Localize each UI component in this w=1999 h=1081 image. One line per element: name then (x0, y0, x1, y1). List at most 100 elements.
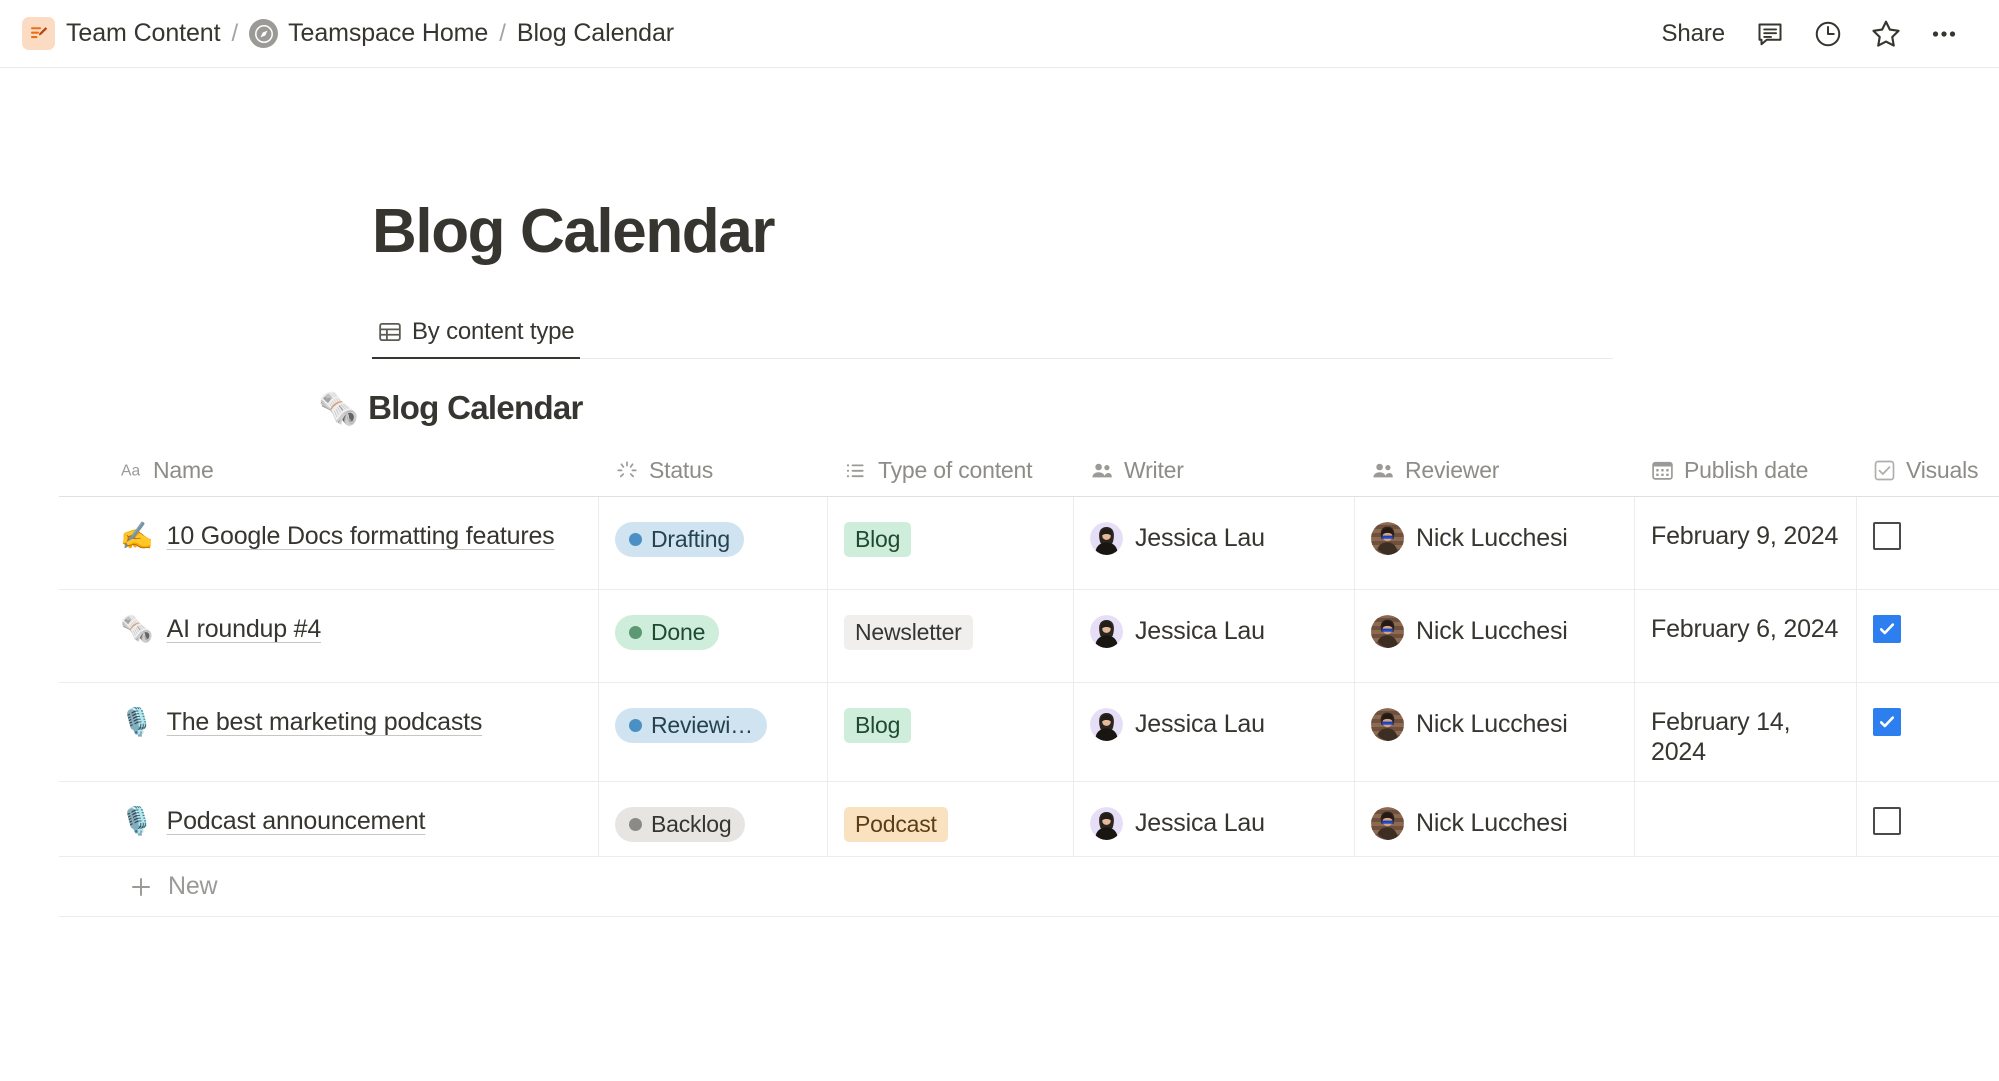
person-chip[interactable]: Nick Lucchesi (1371, 708, 1568, 742)
row-emoji: 🎙️ (120, 806, 154, 837)
cell-writer[interactable]: Jessica Lau (1074, 497, 1355, 590)
more-options-icon[interactable] (1919, 12, 1969, 56)
visuals-checkbox[interactable] (1873, 522, 1901, 551)
page-title[interactable]: Blog Calendar (372, 197, 1999, 266)
cell-type-of-content[interactable]: Blog (828, 497, 1074, 590)
cell-publish-date[interactable] (1635, 782, 1857, 857)
breadcrumb-workspace-label[interactable]: Team Content (66, 19, 221, 48)
person-chip[interactable]: Jessica Lau (1090, 807, 1265, 841)
status-badge[interactable]: Reviewi… (615, 708, 767, 744)
cell-type-of-content[interactable]: Newsletter (828, 590, 1074, 683)
star-icon[interactable] (1861, 12, 1911, 56)
row-emoji: 🎙️ (120, 707, 154, 738)
person-chip[interactable]: Nick Lucchesi (1371, 807, 1568, 841)
cell-writer[interactable]: Jessica Lau (1074, 782, 1355, 857)
row-title-link[interactable]: 10 Google Docs formatting features (167, 522, 555, 551)
cell-writer[interactable]: Jessica Lau (1074, 683, 1355, 782)
breadcrumb-separator-1: / (231, 19, 239, 47)
person-chip[interactable]: Jessica Lau (1090, 522, 1265, 556)
visuals-checkbox[interactable] (1873, 708, 1901, 737)
writer-name: Jessica Lau (1135, 524, 1265, 553)
table-row[interactable]: 🗞️ AI roundup #4 Done Newsletter Jessica… (59, 590, 1999, 684)
row-emoji: ✍️ (120, 521, 154, 552)
page-content: Blog Calendar By content type 🗞️ Blog Ca… (0, 68, 1999, 918)
column-header-writer[interactable]: Writer (1074, 445, 1355, 496)
cell-writer[interactable]: Jessica Lau (1074, 590, 1355, 683)
column-header-visuals[interactable]: Visuals (1857, 445, 1999, 496)
avatar (1090, 522, 1123, 556)
row-title-link[interactable]: The best marketing podcasts (167, 708, 483, 737)
breadcrumb-page-label[interactable]: Blog Calendar (517, 19, 674, 48)
status-property-icon (615, 459, 639, 483)
cell-type-of-content[interactable]: Blog (828, 683, 1074, 782)
status-badge[interactable]: Done (615, 615, 720, 651)
type-label: Newsletter (855, 619, 962, 646)
tab-by-content-type[interactable]: By content type (372, 318, 581, 360)
person-chip[interactable]: Nick Lucchesi (1371, 522, 1568, 556)
column-header-reviewer[interactable]: Reviewer (1355, 445, 1635, 496)
status-badge[interactable]: Backlog (615, 807, 746, 843)
cell-visuals[interactable] (1857, 683, 1999, 781)
select-property-icon (844, 459, 868, 483)
cell-visuals[interactable] (1857, 782, 1999, 856)
column-header-publish-date[interactable]: Publish date (1635, 445, 1857, 496)
cell-publish-date[interactable]: February 14, 2024 (1635, 683, 1857, 782)
status-badge[interactable]: Drafting (615, 522, 744, 558)
avatar (1371, 522, 1404, 556)
cell-name[interactable]: 🎙️ The best marketing podcasts (59, 683, 599, 782)
type-tag[interactable]: Podcast (844, 807, 948, 843)
visuals-checkbox[interactable] (1873, 807, 1901, 836)
column-header-label: Type of content (878, 457, 1033, 484)
clock-history-icon[interactable] (1803, 12, 1853, 56)
column-header-status[interactable]: Status (599, 445, 828, 496)
table-row[interactable]: 🎙️ Podcast announcement Backlog Podcast (59, 782, 1999, 858)
person-chip[interactable]: Jessica Lau (1090, 615, 1265, 649)
avatar (1371, 708, 1404, 742)
cell-name[interactable]: 🎙️ Podcast announcement (59, 782, 599, 857)
type-tag[interactable]: Blog (844, 522, 912, 558)
database-title[interactable]: 🗞️ Blog Calendar (318, 389, 1999, 427)
cell-name[interactable]: ✍️ 10 Google Docs formatting features (59, 497, 599, 590)
column-header-name[interactable]: Aa Name (59, 445, 599, 496)
cell-reviewer[interactable]: Nick Lucchesi (1355, 782, 1635, 857)
breadcrumb: Team Content / Teamspace Home / Blog Cal… (22, 17, 1649, 50)
comment-icon[interactable] (1745, 12, 1795, 56)
cell-reviewer[interactable]: Nick Lucchesi (1355, 497, 1635, 590)
person-chip[interactable]: Nick Lucchesi (1371, 615, 1568, 649)
cell-reviewer[interactable]: Nick Lucchesi (1355, 590, 1635, 683)
reviewer-name: Nick Lucchesi (1416, 617, 1568, 646)
row-title-link[interactable]: AI roundup #4 (167, 615, 322, 644)
new-row-button[interactable]: New (59, 857, 1999, 918)
share-button[interactable]: Share (1649, 14, 1737, 54)
cell-visuals[interactable] (1857, 497, 1999, 589)
column-header-type-of-content[interactable]: Type of content (828, 445, 1074, 496)
breadcrumb-teamspace-label[interactable]: Teamspace Home (288, 19, 488, 48)
status-label: Backlog (651, 811, 732, 838)
cell-status[interactable]: Done (599, 590, 828, 683)
type-tag[interactable]: Newsletter (844, 615, 973, 651)
cell-publish-date[interactable]: February 9, 2024 (1635, 497, 1857, 590)
table-row[interactable]: 🎙️ The best marketing podcasts Reviewi… … (59, 683, 1999, 783)
edit-document-icon[interactable] (22, 17, 55, 50)
cell-status[interactable]: Backlog (599, 782, 828, 857)
type-tag[interactable]: Blog (844, 708, 912, 744)
column-header-label: Writer (1124, 457, 1184, 484)
column-header-label: Visuals (1906, 457, 1979, 484)
cell-publish-date[interactable]: February 6, 2024 (1635, 590, 1857, 683)
cell-reviewer[interactable]: Nick Lucchesi (1355, 683, 1635, 782)
status-label: Done (651, 619, 706, 646)
cell-status[interactable]: Drafting (599, 497, 828, 590)
person-chip[interactable]: Jessica Lau (1090, 708, 1265, 742)
reviewer-name: Nick Lucchesi (1416, 710, 1568, 739)
cell-type-of-content[interactable]: Podcast (828, 782, 1074, 857)
cell-status[interactable]: Reviewi… (599, 683, 828, 782)
publish-date-value: February 9, 2024 (1651, 522, 1839, 551)
compass-icon[interactable] (249, 19, 279, 48)
visuals-checkbox[interactable] (1873, 615, 1901, 644)
table-row[interactable]: ✍️ 10 Google Docs formatting features Dr… (59, 497, 1999, 591)
writer-name: Jessica Lau (1135, 617, 1265, 646)
cell-name[interactable]: 🗞️ AI roundup #4 (59, 590, 599, 683)
row-title-link[interactable]: Podcast announcement (167, 807, 426, 836)
database-emoji: 🗞️ (318, 389, 360, 427)
cell-visuals[interactable] (1857, 590, 1999, 682)
